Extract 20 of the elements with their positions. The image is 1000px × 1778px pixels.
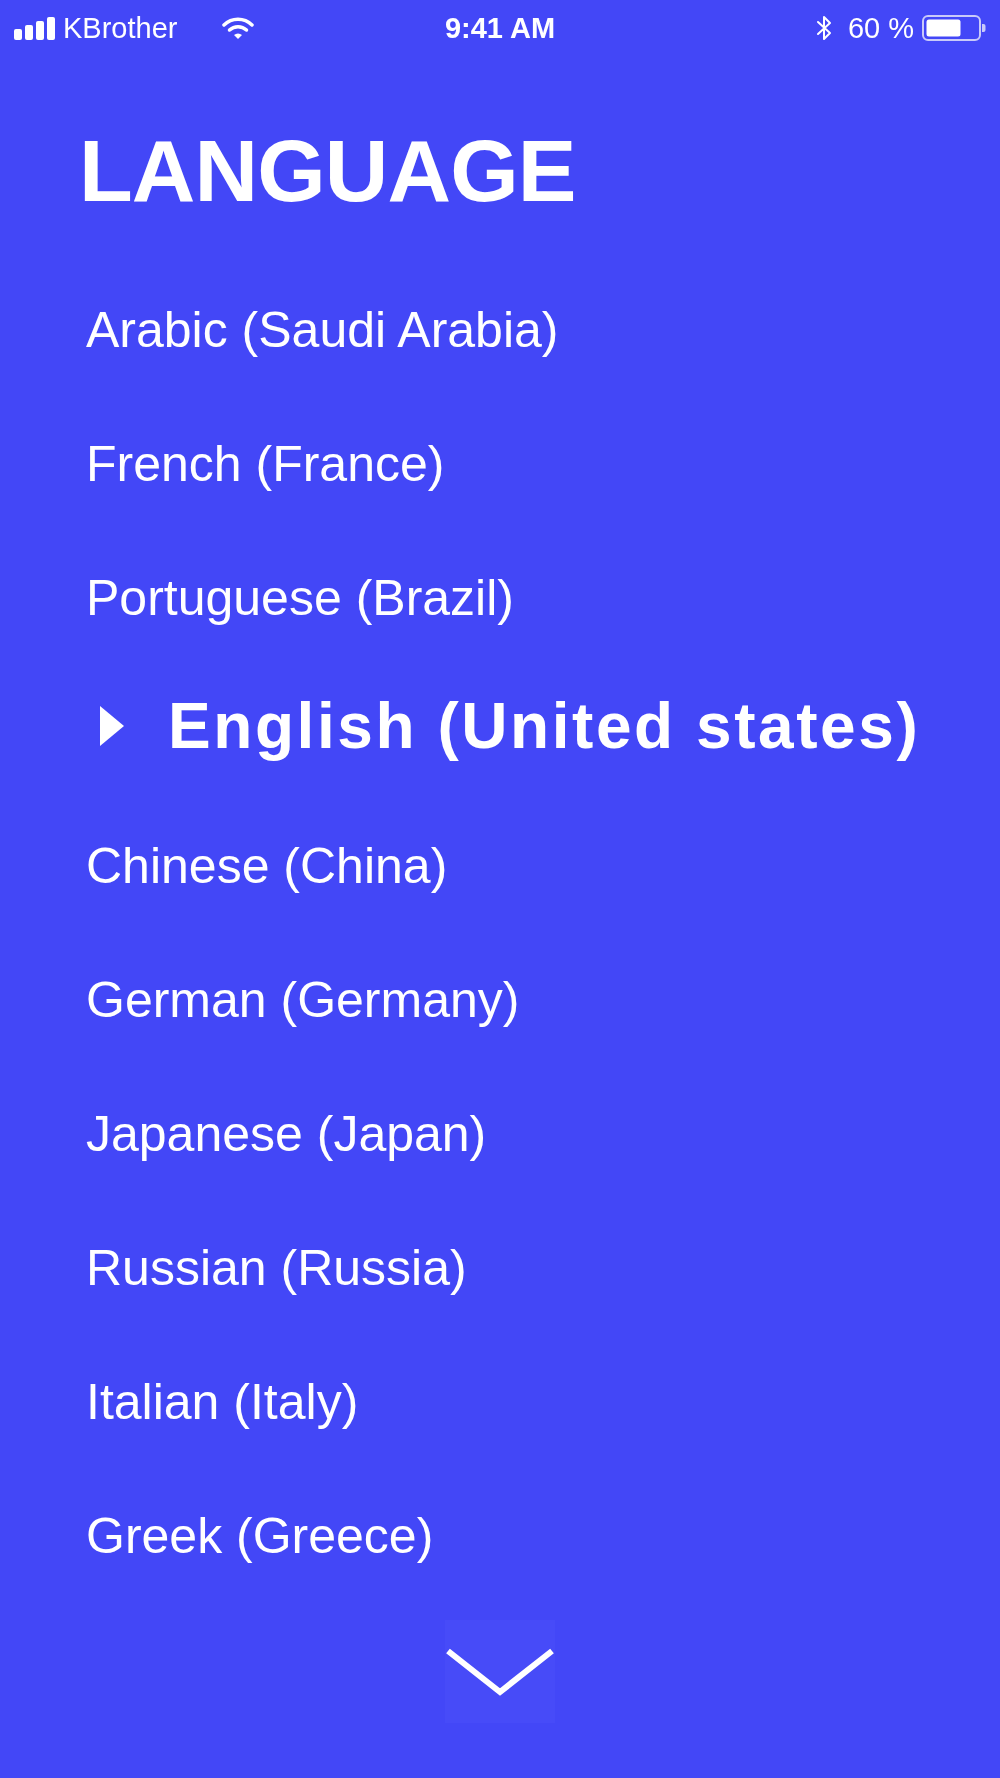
carrier-name: KBrother — [63, 13, 178, 43]
signal-icon — [14, 16, 55, 40]
language-option[interactable]: German (Germany) — [86, 975, 520, 1025]
battery-icon — [922, 15, 986, 41]
language-option[interactable]: Arabic (Saudi Arabia) — [86, 305, 559, 355]
triangle-icon — [100, 706, 124, 746]
language-option[interactable]: Greek (Greece) — [86, 1511, 434, 1561]
page-title: LANGUAGE — [79, 127, 576, 215]
wifi-icon — [222, 17, 255, 39]
scroll-down-button[interactable] — [445, 1620, 555, 1723]
language-option[interactable]: Portuguese (Brazil) — [86, 573, 514, 623]
language-option[interactable]: Italian (Italy) — [86, 1377, 359, 1427]
battery-percent: 60 % — [847, 13, 914, 43]
language-option[interactable]: Chinese (China) — [86, 841, 448, 891]
language-option[interactable]: French (France) — [86, 439, 445, 489]
language-option[interactable]: Japanese (Japan) — [86, 1109, 487, 1159]
chevron-down-icon — [445, 1647, 555, 1696]
bluetooth-icon — [815, 15, 832, 41]
language-option[interactable]: Russian (Russia) — [86, 1243, 467, 1293]
status-time: 9:41 AM — [444, 13, 556, 43]
